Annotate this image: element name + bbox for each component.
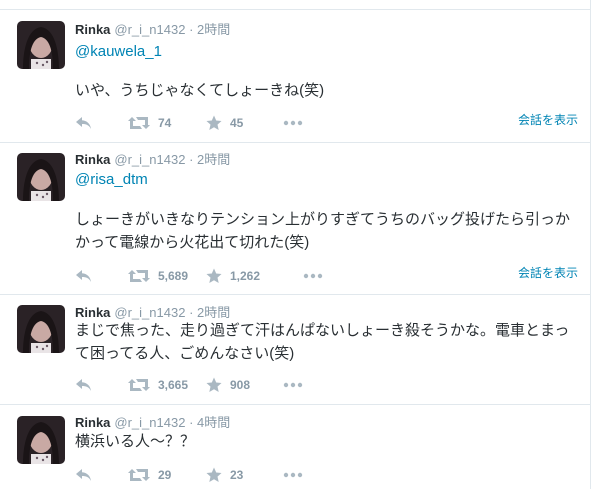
retweet-button[interactable]: 29 bbox=[128, 465, 171, 485]
retweet-button[interactable]: 74 bbox=[128, 113, 171, 133]
tweet-actions: 74 45 bbox=[75, 113, 575, 133]
reply-button[interactable] bbox=[75, 113, 93, 133]
favorite-count: 23 bbox=[230, 468, 244, 482]
reply-icon bbox=[76, 270, 91, 282]
avatar[interactable] bbox=[17, 21, 65, 69]
tweet-header: Rinka @r_i_n1432 · 2時間 bbox=[75, 152, 230, 168]
reply-button[interactable] bbox=[75, 266, 93, 286]
more-icon bbox=[283, 472, 303, 478]
more-icon bbox=[283, 120, 303, 126]
view-conversation-link[interactable]: 会話を表示 bbox=[518, 111, 578, 128]
view-conversation-link[interactable]: 会話を表示 bbox=[518, 264, 578, 281]
user-name[interactable]: Rinka bbox=[75, 152, 110, 167]
avatar[interactable] bbox=[17, 305, 65, 353]
star-icon bbox=[206, 467, 222, 482]
retweet-icon bbox=[128, 379, 150, 391]
favorite-button[interactable]: 23 bbox=[206, 465, 243, 485]
retweet-icon bbox=[128, 469, 150, 481]
retweet-button[interactable]: 3,665 bbox=[128, 375, 188, 395]
tweet-actions: 5,689 1,262 bbox=[75, 266, 575, 286]
star-icon bbox=[206, 268, 222, 283]
tweet[interactable]: Rinka @r_i_n1432 · 2時間 まじで焦った、走り過ぎて汗はんぱない… bbox=[0, 295, 590, 405]
separator: · bbox=[189, 415, 194, 430]
separator: · bbox=[189, 305, 194, 320]
tweet-text: 横浜いる人〜？？ bbox=[75, 433, 196, 450]
retweet-button[interactable]: 5,689 bbox=[128, 266, 188, 286]
favorite-button[interactable]: 908 bbox=[206, 375, 250, 395]
tweet-text: まじで焦った、走り過ぎて汗はんぱないしょーき殺そうかな。電車とまって困ってる人、… bbox=[75, 322, 570, 362]
timestamp[interactable]: 4時間 bbox=[197, 415, 230, 430]
retweet-icon bbox=[128, 270, 150, 282]
more-button[interactable] bbox=[283, 465, 303, 485]
avatar[interactable] bbox=[17, 416, 65, 464]
retweet-count: 5,689 bbox=[158, 269, 189, 283]
timestamp[interactable]: 2時間 bbox=[197, 305, 230, 320]
favorite-button[interactable]: 1,262 bbox=[206, 266, 260, 286]
mention-link[interactable]: @kauwela_1 bbox=[75, 43, 162, 61]
reply-button[interactable] bbox=[75, 375, 93, 395]
more-button[interactable] bbox=[283, 375, 303, 395]
favorite-count: 45 bbox=[230, 116, 244, 130]
more-button[interactable] bbox=[283, 113, 303, 133]
separator: · bbox=[189, 152, 194, 167]
star-icon bbox=[206, 377, 222, 392]
more-icon bbox=[283, 382, 303, 388]
retweet-icon bbox=[128, 117, 150, 129]
tweet-header: Rinka @r_i_n1432 · 2時間 bbox=[75, 22, 230, 38]
tweet[interactable]: Rinka @r_i_n1432 · 4時間 横浜いる人〜？？ 29 23 bbox=[0, 405, 590, 489]
user-name[interactable]: Rinka bbox=[75, 22, 110, 37]
reply-button[interactable] bbox=[75, 465, 93, 485]
tweet-text: しょーきがいきなりテンション上がりすぎてうちのバッグ投げたら引っかかって電線から… bbox=[75, 211, 571, 251]
timeline: Rinka @r_i_n1432 · 2時間 @kauwela_1 いや、うちじゃ… bbox=[0, 0, 591, 489]
retweet-count: 3,665 bbox=[158, 378, 189, 392]
avatar[interactable] bbox=[17, 153, 65, 201]
timestamp[interactable]: 2時間 bbox=[197, 152, 230, 167]
favorite-count: 1,262 bbox=[230, 269, 261, 283]
user-handle[interactable]: @r_i_n1432 bbox=[114, 22, 185, 37]
reply-icon bbox=[76, 117, 91, 129]
tweet[interactable]: Rinka @r_i_n1432 · 2時間 @kauwela_1 いや、うちじゃ… bbox=[0, 9, 590, 143]
reply-icon bbox=[76, 469, 91, 481]
favorite-count: 908 bbox=[230, 378, 251, 392]
timestamp[interactable]: 2時間 bbox=[197, 22, 230, 37]
user-name[interactable]: Rinka bbox=[75, 305, 110, 320]
user-handle[interactable]: @r_i_n1432 bbox=[114, 305, 185, 320]
tweet[interactable]: Rinka @r_i_n1432 · 2時間 @risa_dtm しょーきがいきな… bbox=[0, 143, 590, 295]
retweet-count: 74 bbox=[158, 116, 172, 130]
more-icon bbox=[303, 273, 323, 279]
star-icon bbox=[206, 115, 222, 130]
separator: · bbox=[189, 22, 194, 37]
tweet-actions: 3,665 908 bbox=[75, 375, 575, 395]
favorite-button[interactable]: 45 bbox=[206, 113, 243, 133]
user-handle[interactable]: @r_i_n1432 bbox=[114, 152, 185, 167]
tweet-header: Rinka @r_i_n1432 · 4時間 bbox=[75, 415, 230, 431]
retweet-count: 29 bbox=[158, 468, 172, 482]
tweet-actions: 29 23 bbox=[75, 465, 575, 485]
reply-icon bbox=[76, 379, 91, 391]
mention-link[interactable]: @risa_dtm bbox=[75, 171, 148, 189]
user-name[interactable]: Rinka bbox=[75, 415, 110, 430]
user-handle[interactable]: @r_i_n1432 bbox=[114, 415, 185, 430]
tweet-text: いや、うちじゃなくてしょーきね(笑) bbox=[75, 82, 325, 99]
more-button[interactable] bbox=[303, 266, 323, 286]
